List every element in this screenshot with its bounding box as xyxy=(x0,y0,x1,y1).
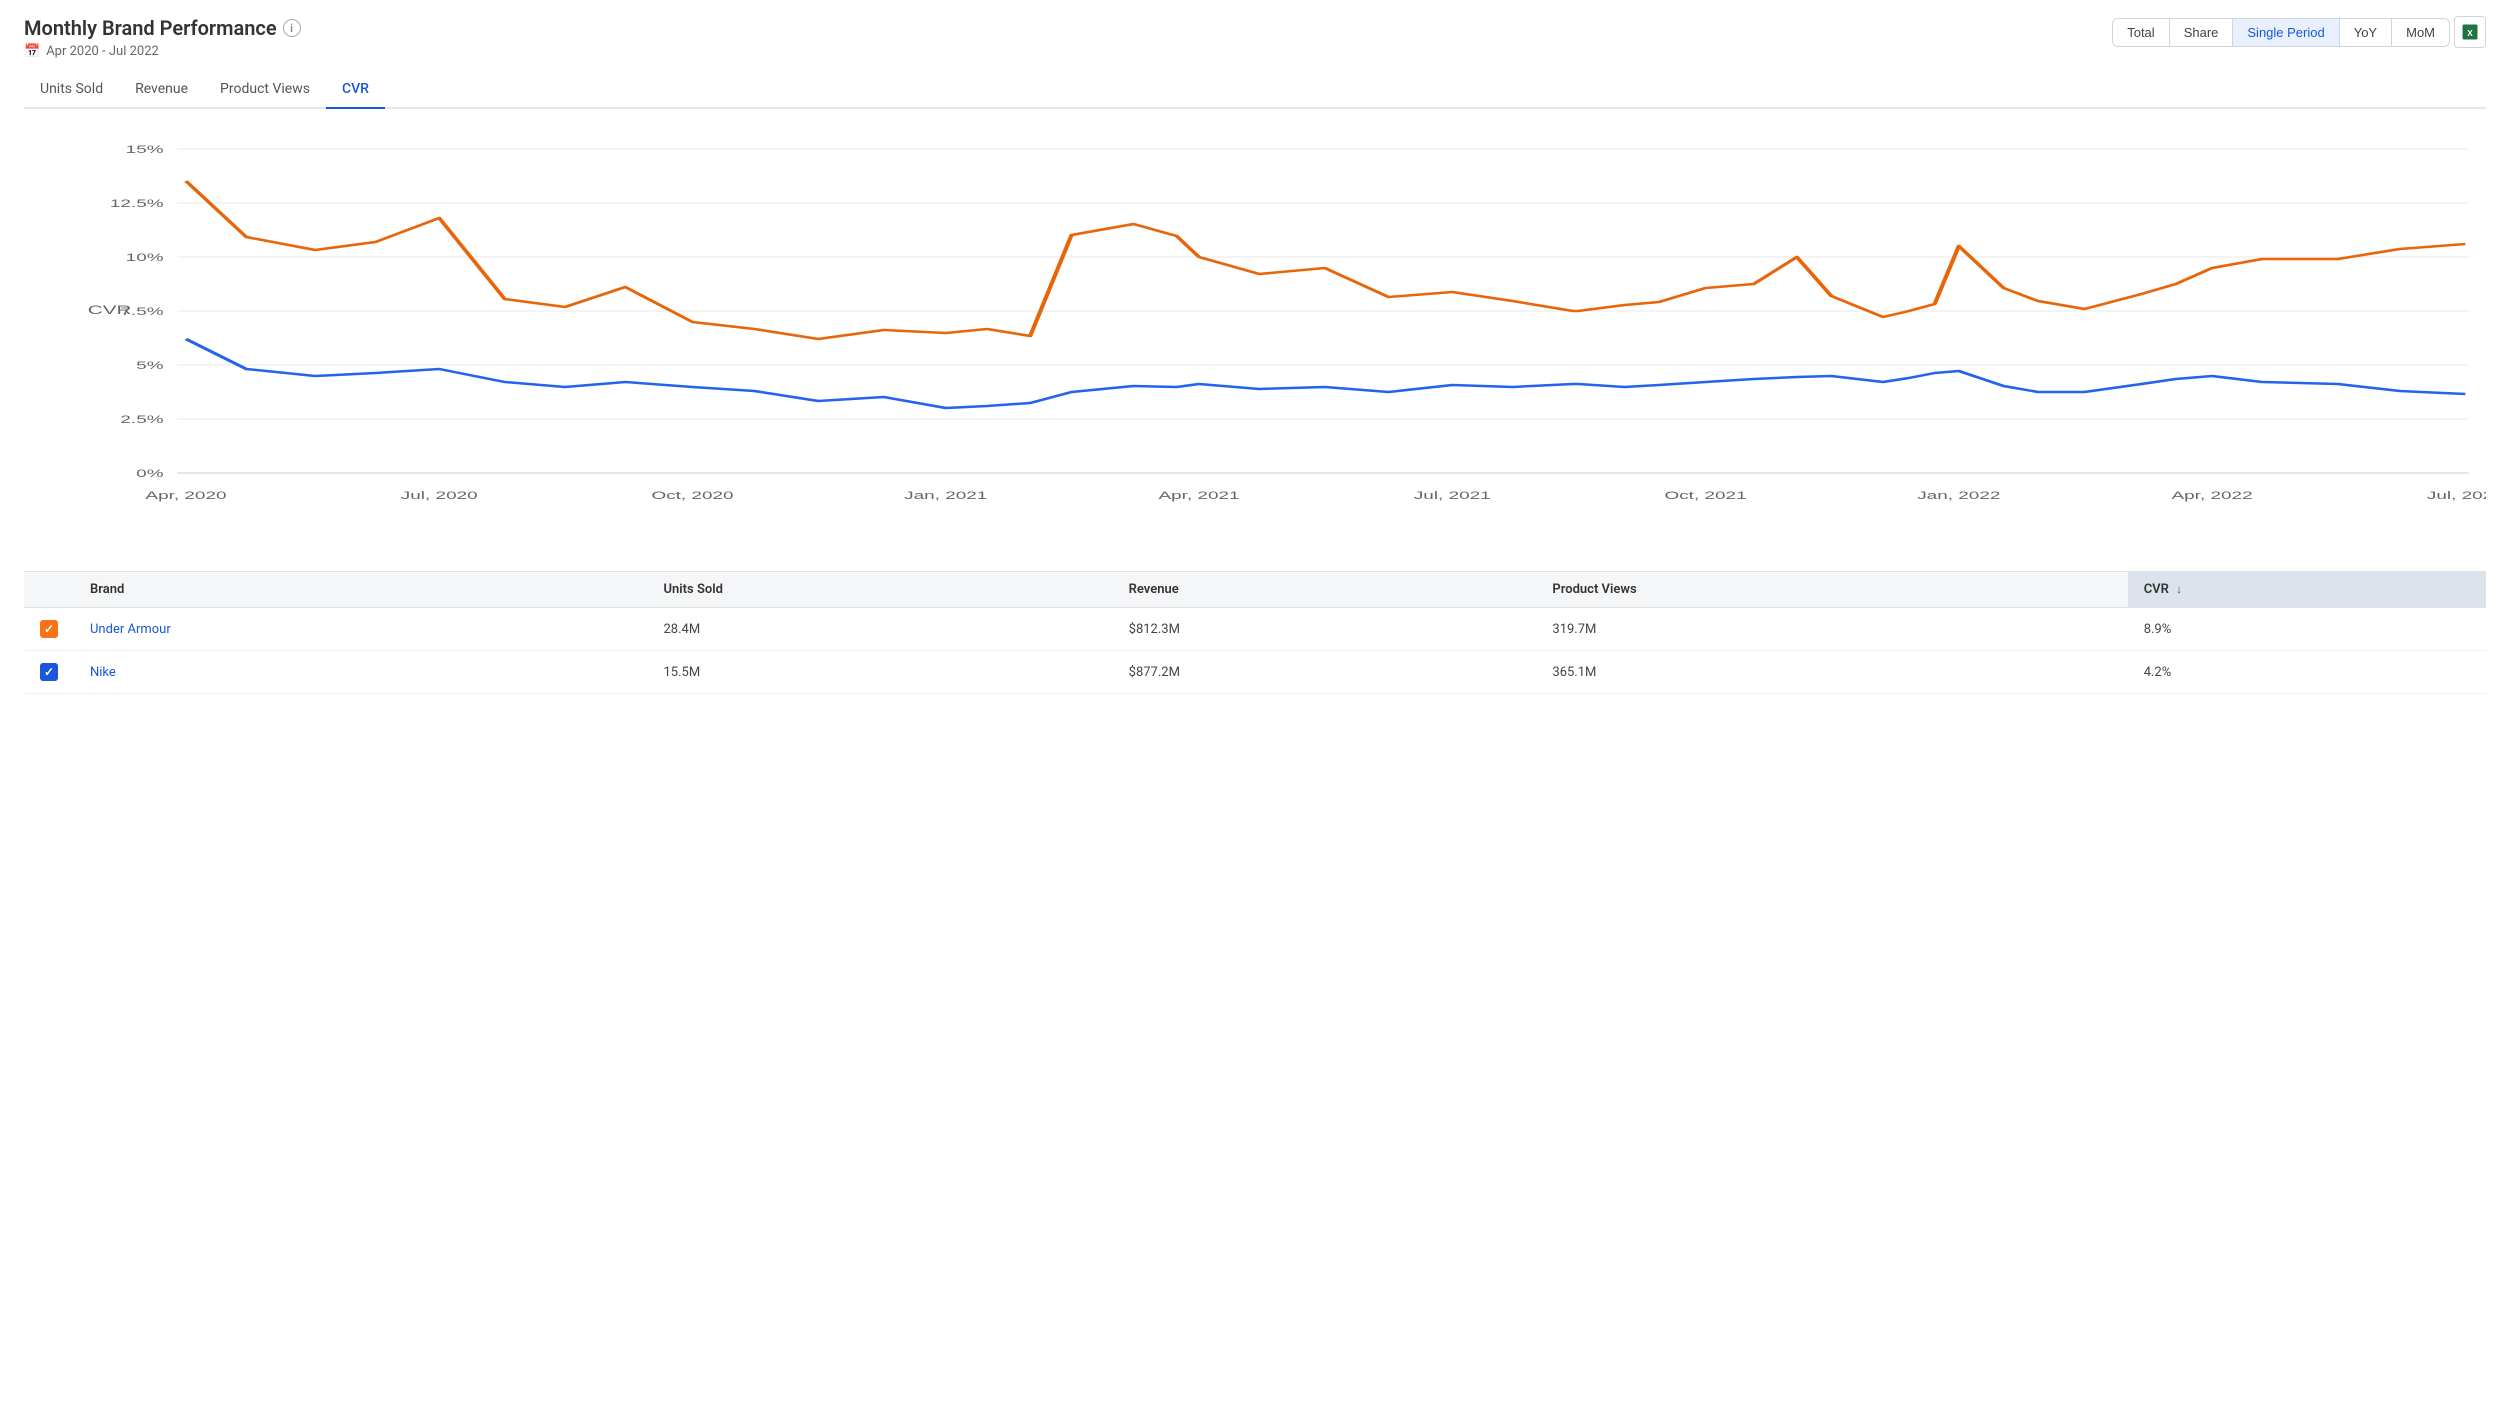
under-armour-checkbox[interactable]: ✓ xyxy=(40,620,58,638)
table-row: ✓ Nike 15.5M $877.2M 365.1M 4.2% xyxy=(24,651,2486,694)
under-armour-brand-cell: Under Armour xyxy=(74,608,647,651)
svg-text:Oct, 2021: Oct, 2021 xyxy=(1664,490,1746,502)
nike-revenue: $877.2M xyxy=(1113,651,1537,694)
nike-checkbox-cell[interactable]: ✓ xyxy=(24,651,74,694)
svg-text:Jan, 2021: Jan, 2021 xyxy=(904,490,987,502)
under-armour-link[interactable]: Under Armour xyxy=(90,622,171,637)
under-armour-cvr: 8.9% xyxy=(2128,608,2486,651)
tab-revenue[interactable]: Revenue xyxy=(119,71,204,109)
excel-export-button[interactable]: X xyxy=(2454,16,2486,48)
nike-units-sold: 15.5M xyxy=(647,651,1112,694)
table-header-units-sold: Units Sold xyxy=(647,572,1112,608)
svg-text:Apr, 2020: Apr, 2020 xyxy=(145,490,226,502)
svg-text:Oct, 2020: Oct, 2020 xyxy=(651,490,733,502)
brand-data-table: Brand Units Sold Revenue Product Views C… xyxy=(24,571,2486,694)
under-armour-product-views: 319.7M xyxy=(1536,608,2127,651)
total-button[interactable]: Total xyxy=(2113,19,2168,46)
table-header-revenue: Revenue xyxy=(1113,572,1537,608)
svg-text:12.5%: 12.5% xyxy=(110,198,164,210)
svg-text:Apr, 2021: Apr, 2021 xyxy=(1158,490,1239,502)
cvr-line-chart: CVR 15% 12.5% 10% 7.5% 5% 2.5% 0% xyxy=(74,129,2486,549)
single-period-button[interactable]: Single Period xyxy=(2233,19,2338,46)
chart-area: CVR 15% 12.5% 10% 7.5% 5% 2.5% 0% xyxy=(24,109,2486,563)
info-icon[interactable]: i xyxy=(283,19,301,37)
toolbar: Total Share Single Period YoY MoM X xyxy=(2112,16,2486,48)
calendar-icon: 📅 xyxy=(24,44,40,59)
svg-text:Jul, 2021: Jul, 2021 xyxy=(1414,490,1491,502)
svg-text:7.5%: 7.5% xyxy=(120,306,163,318)
yoy-button[interactable]: YoY xyxy=(2340,19,2391,46)
tab-product-views[interactable]: Product Views xyxy=(204,71,326,109)
tab-cvr[interactable]: CVR xyxy=(326,71,385,109)
svg-text:10%: 10% xyxy=(126,252,164,264)
svg-text:Jul, 2022: Jul, 2022 xyxy=(2427,490,2486,502)
table-header-brand: Brand xyxy=(74,572,647,608)
nike-product-views: 365.1M xyxy=(1536,651,2127,694)
table-row: ✓ Under Armour 28.4M $812.3M 319.7M 8.9% xyxy=(24,608,2486,651)
svg-text:X: X xyxy=(2467,29,2473,38)
nike-link[interactable]: Nike xyxy=(90,665,116,680)
svg-text:0%: 0% xyxy=(136,468,164,480)
date-range: Apr 2020 - Jul 2022 xyxy=(46,44,159,59)
nike-checkbox[interactable]: ✓ xyxy=(40,663,58,681)
metric-tabs: Units Sold Revenue Product Views CVR xyxy=(24,71,2486,109)
under-armour-checkbox-cell[interactable]: ✓ xyxy=(24,608,74,651)
table-header-product-views: Product Views xyxy=(1536,572,2127,608)
table-header-cvr[interactable]: CVR ↓ xyxy=(2128,572,2486,608)
under-armour-units-sold: 28.4M xyxy=(647,608,1112,651)
svg-text:2.5%: 2.5% xyxy=(120,414,163,426)
svg-text:15%: 15% xyxy=(126,144,164,156)
share-button[interactable]: Share xyxy=(2170,19,2233,46)
tab-units-sold[interactable]: Units Sold xyxy=(24,71,119,109)
sort-arrow-icon: ↓ xyxy=(2176,582,2182,596)
nike-cvr: 4.2% xyxy=(2128,651,2486,694)
page-title: Monthly Brand Performance xyxy=(24,16,277,40)
svg-text:Jul, 2020: Jul, 2020 xyxy=(401,490,478,502)
nike-line xyxy=(186,339,2465,408)
under-armour-line xyxy=(186,181,2465,339)
svg-text:Jan, 2022: Jan, 2022 xyxy=(1917,490,2000,502)
view-toggle-group: Total Share Single Period YoY MoM xyxy=(2112,18,2450,47)
nike-brand-cell: Nike xyxy=(74,651,647,694)
under-armour-revenue: $812.3M xyxy=(1113,608,1537,651)
svg-text:5%: 5% xyxy=(136,360,164,372)
svg-text:Apr, 2022: Apr, 2022 xyxy=(2172,490,2253,502)
table-header-checkbox xyxy=(24,572,74,608)
mom-button[interactable]: MoM xyxy=(2392,19,2449,46)
